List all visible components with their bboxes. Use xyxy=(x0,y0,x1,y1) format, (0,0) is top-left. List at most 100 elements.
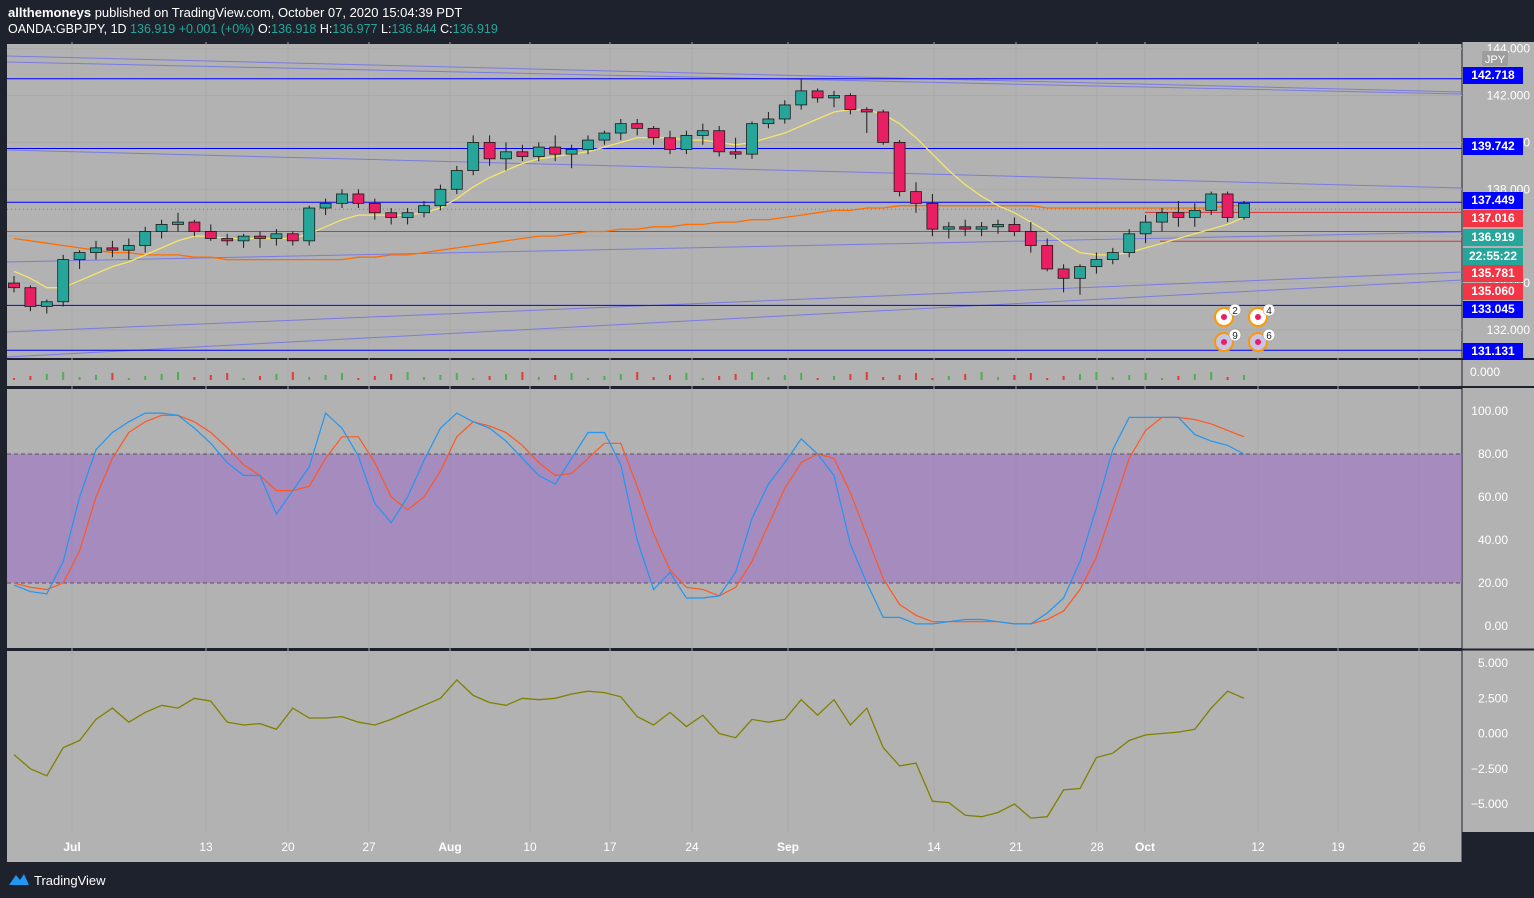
volume-bar xyxy=(423,377,425,380)
volume-bar xyxy=(767,377,770,380)
candle-up xyxy=(172,221,184,225)
event-center xyxy=(1255,314,1261,320)
volume-bar xyxy=(95,375,97,380)
stoch-tick-label: 100.00 xyxy=(1471,404,1508,418)
candle-down xyxy=(664,137,676,150)
volume-bar xyxy=(1079,374,1081,380)
candle-up xyxy=(975,226,988,230)
volume-bar xyxy=(685,373,688,380)
candle-down xyxy=(1057,268,1070,279)
candle-up xyxy=(532,146,545,157)
pane-bg-2 xyxy=(7,360,1462,386)
stoch-tick-label: 40.00 xyxy=(1478,533,1508,547)
candle-down xyxy=(1024,231,1037,246)
volume-axis-label: 0.000 xyxy=(1470,365,1500,379)
candle-up xyxy=(122,245,135,251)
price-chart[interactable]: 2496144.000142.000140.000138.000134.0001… xyxy=(0,42,1534,862)
volume-bar xyxy=(652,377,655,380)
candle-up xyxy=(500,151,512,160)
candle-down xyxy=(631,123,644,129)
volume-bar xyxy=(554,375,557,380)
candle-down xyxy=(1041,245,1054,270)
low-value: 136.844 xyxy=(391,22,437,36)
candle-up xyxy=(155,224,168,232)
candle-down xyxy=(106,247,119,251)
publish-line: allthemoneys published on TradingView.co… xyxy=(8,5,462,20)
price-tag-label: 131.131 xyxy=(1471,344,1515,358)
candle-up xyxy=(614,123,627,134)
volume-bar xyxy=(800,373,803,380)
time-axis-bg xyxy=(7,832,1462,862)
event-count: 4 xyxy=(1266,306,1272,317)
candle-down xyxy=(729,151,742,155)
symbol-name[interactable]: OANDA:GBPJPY, 1D xyxy=(8,22,127,36)
candle-down xyxy=(286,233,299,242)
high-value: 136.977 xyxy=(332,22,378,36)
volume-bar xyxy=(373,376,376,380)
volume-bar xyxy=(505,374,507,380)
volume-bar xyxy=(472,378,475,380)
footer-brand[interactable]: TradingView xyxy=(34,873,106,888)
price-tag-label: 133.045 xyxy=(1471,302,1515,316)
volume-bar xyxy=(1128,375,1131,380)
volume-bar xyxy=(111,373,114,380)
candle-up xyxy=(336,193,348,204)
candle-up xyxy=(1074,266,1086,279)
volume-bar xyxy=(734,374,737,380)
high-label: H: xyxy=(319,22,333,36)
volume-bar xyxy=(488,376,491,380)
time-tick-label: 17 xyxy=(603,840,617,854)
stoch-tick-label: 80.00 xyxy=(1478,447,1508,461)
volume-bar xyxy=(193,377,196,380)
price-tick-label: 142.000 xyxy=(1487,89,1531,103)
volume-bar xyxy=(324,375,327,380)
candle xyxy=(1221,191,1234,223)
price-tick-label: 132.000 xyxy=(1487,323,1531,337)
time-tick-label: Jul xyxy=(63,840,80,854)
volume-bar xyxy=(636,372,639,380)
volume-bar xyxy=(1062,376,1065,380)
candle-up xyxy=(467,142,480,171)
close-label: C: xyxy=(440,22,453,36)
candle-up xyxy=(73,252,86,260)
chart-area[interactable]: 2496144.000142.000140.000138.000134.0001… xyxy=(0,42,1534,862)
candle-up xyxy=(450,170,463,190)
price-axis-bg xyxy=(1462,42,1534,832)
candle-down xyxy=(368,202,381,214)
candle-up xyxy=(598,132,611,141)
candle-up xyxy=(746,123,758,155)
candle-down xyxy=(926,202,939,230)
candle-up xyxy=(1106,252,1119,260)
candle-down xyxy=(811,90,824,99)
footer-bar: TradingView xyxy=(0,862,1534,898)
candle xyxy=(57,254,70,307)
volume-bar xyxy=(45,374,48,380)
candle xyxy=(713,126,726,157)
candle-down xyxy=(1172,212,1185,218)
price-tag-label: 22:55:22 xyxy=(1469,249,1517,263)
time-tick-label: 19 xyxy=(1331,840,1345,854)
volume-bar xyxy=(160,374,163,380)
tradingview-logo-icon[interactable] xyxy=(8,871,30,887)
price-tag-label: 135.781 xyxy=(1471,266,1515,280)
low-label: L: xyxy=(381,22,392,36)
volume-bar xyxy=(931,378,934,380)
stoch-tick-label: 0.00 xyxy=(1485,619,1509,633)
last-price: 136.919 xyxy=(130,22,176,36)
candle xyxy=(893,140,906,197)
time-tick-label: Oct xyxy=(1135,840,1155,854)
candle-up xyxy=(1238,202,1250,218)
volume-bar xyxy=(209,375,212,380)
author-name[interactable]: allthemoneys xyxy=(8,5,91,20)
candle-down xyxy=(713,130,726,153)
time-tick-label: 26 xyxy=(1412,840,1426,854)
open-value: 136.918 xyxy=(271,22,317,36)
candle-down xyxy=(959,226,972,230)
time-tick-label: Sep xyxy=(777,840,799,854)
event-count: 2 xyxy=(1232,306,1238,317)
candle xyxy=(1238,201,1250,220)
price-tag-label: 136.919 xyxy=(1471,230,1515,244)
price-change: +0.001 (+0%) xyxy=(178,22,255,36)
volume-bar xyxy=(1095,372,1098,380)
volume-bar xyxy=(603,376,606,380)
